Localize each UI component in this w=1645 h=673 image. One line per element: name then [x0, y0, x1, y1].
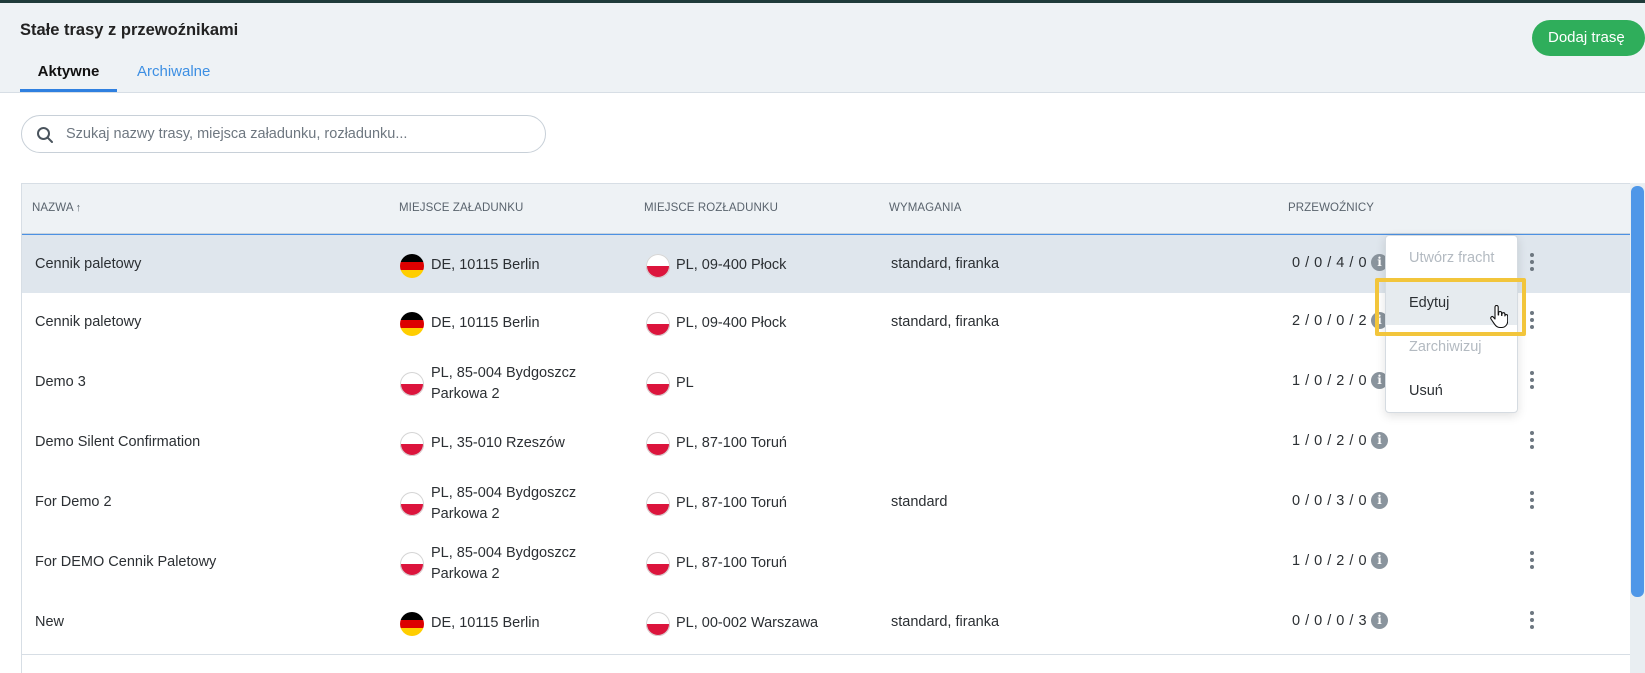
- poland-flag-icon: [400, 372, 424, 396]
- loading-place: DE, 10115 Berlin: [431, 613, 540, 634]
- column-header-carriers: PRZEWOŹNICY: [1288, 202, 1375, 214]
- requirements: standard, firanka: [891, 314, 1000, 330]
- loading-place-line1: PL, 85-004 Bydgoszcz: [431, 545, 577, 561]
- route-name: Demo Silent Confirmation: [35, 434, 201, 450]
- more-options-icon[interactable]: [1528, 489, 1536, 515]
- column-header-loading: MIEJSCE ZAŁADUNKU: [399, 202, 524, 214]
- poland-flag-icon: [400, 432, 424, 456]
- route-name: Cennik paletowy: [35, 314, 142, 330]
- column-header-unloading: MIEJSCE ROZŁADUNKU: [644, 202, 779, 214]
- poland-flag-icon: [646, 372, 670, 396]
- table-row[interactable]: For Demo 2 PL, 85-004 Bydgoszcz Parkowa 2P…: [22, 473, 1630, 535]
- poland-flag-icon: [646, 552, 670, 576]
- column-header-name[interactable]: NAZWA ↑: [32, 202, 81, 214]
- poland-flag-icon: [400, 492, 424, 516]
- loading-place: DE, 10115 Berlin: [431, 313, 540, 334]
- route-name: For Demo 2: [35, 494, 112, 510]
- loading-place: PL, 85-004 Bydgoszcz Parkowa 2: [431, 363, 576, 405]
- carriers-count: 0 / 0 / 3 / 0: [1292, 493, 1368, 509]
- search-icon: [37, 127, 53, 143]
- search-input[interactable]: [66, 116, 526, 152]
- loading-place-line2: Parkowa 2: [431, 386, 500, 402]
- germany-flag-icon: [400, 312, 424, 336]
- germany-flag-icon: [400, 612, 424, 636]
- carriers-count: 1 / 0 / 2 / 0: [1292, 553, 1368, 569]
- hand-cursor-icon: [1490, 305, 1508, 329]
- loading-place-line1: DE, 10115 Berlin: [431, 315, 540, 331]
- route-name: Cennik paletowy: [35, 256, 142, 272]
- more-options-icon[interactable]: [1528, 309, 1536, 335]
- info-icon[interactable]: i: [1371, 612, 1388, 629]
- unloading-place: PL, 09-400 Płock: [676, 315, 787, 331]
- route-name: New: [35, 614, 65, 630]
- poland-flag-icon: [400, 552, 424, 576]
- table-row[interactable]: For DEMO Cennik Paletowy PL, 85-004 Bydgo…: [22, 533, 1630, 595]
- more-options-icon[interactable]: [1528, 609, 1536, 635]
- carriers-count: 0 / 0 / 4 / 0: [1292, 255, 1368, 271]
- loading-place: PL, 35-010 Rzeszów: [431, 433, 565, 454]
- loading-place-line1: PL, 85-004 Bydgoszcz: [431, 485, 577, 501]
- unloading-place: PL, 00-002 Warszawa: [676, 615, 819, 631]
- info-icon[interactable]: i: [1371, 552, 1388, 569]
- carriers-count: 0 / 0 / 0 / 3: [1292, 613, 1368, 629]
- requirements: standard, firanka: [891, 614, 1000, 630]
- loading-place-line1: PL, 85-004 Bydgoszcz: [431, 365, 577, 381]
- unloading-place: PL, 09-400 Płock: [676, 257, 787, 273]
- menu-item-create-freight[interactable]: Utwórz fracht: [1386, 236, 1517, 280]
- germany-flag-icon: [400, 254, 424, 278]
- search-box[interactable]: [21, 115, 546, 153]
- more-options-icon[interactable]: [1528, 429, 1536, 455]
- table-row[interactable]: New DE, 10115 Berlin PL, 00-002 Warszawa st…: [22, 593, 1630, 655]
- add-route-button[interactable]: Dodaj trasę: [1532, 20, 1645, 56]
- carriers-count: 2 / 0 / 0 / 2: [1292, 313, 1368, 329]
- requirements: standard, firanka: [891, 256, 1000, 272]
- loading-place: PL, 85-004 Bydgoszcz Parkowa 2: [431, 543, 576, 585]
- loading-place-line2: Parkowa 2: [431, 506, 500, 522]
- loading-place-line1: PL, 35-010 Rzeszów: [431, 435, 565, 451]
- route-name: For DEMO Cennik Paletowy: [35, 554, 217, 570]
- scrollbar-thumb[interactable]: [1631, 186, 1644, 597]
- info-icon[interactable]: i: [1371, 492, 1388, 509]
- more-options-icon[interactable]: [1528, 251, 1536, 277]
- poland-flag-icon: [646, 254, 670, 278]
- tab-active[interactable]: Aktywne: [20, 63, 117, 92]
- more-options-icon[interactable]: [1528, 549, 1536, 575]
- loading-place: DE, 10115 Berlin: [431, 255, 540, 276]
- loading-place-line1: DE, 10115 Berlin: [431, 257, 540, 273]
- poland-flag-icon: [646, 492, 670, 516]
- route-name: Demo 3: [35, 374, 86, 390]
- unloading-place: PL: [676, 375, 694, 391]
- page-header: Stałe trasy z przewoźnikami Dodaj trasę …: [0, 3, 1645, 93]
- loading-place-line1: DE, 10115 Berlin: [431, 615, 540, 631]
- page-title: Stałe trasy z przewoźnikami: [20, 21, 239, 39]
- table-row[interactable]: Demo Silent Confirmation PL, 35-010 Rzesz…: [22, 413, 1630, 475]
- unloading-place: PL, 87-100 Toruń: [676, 495, 787, 511]
- column-header-requirements: WYMAGANIA: [889, 202, 962, 214]
- unloading-place: PL, 87-100 Toruń: [676, 555, 787, 571]
- poland-flag-icon: [646, 312, 670, 336]
- poland-flag-icon: [646, 432, 670, 456]
- carriers-count: 1 / 0 / 2 / 0: [1292, 433, 1368, 449]
- menu-item-delete[interactable]: Usuń: [1386, 369, 1517, 413]
- loading-place-line2: Parkowa 2: [431, 566, 500, 582]
- poland-flag-icon: [646, 612, 670, 636]
- unloading-place: PL, 87-100 Toruń: [676, 435, 787, 451]
- loading-place: PL, 85-004 Bydgoszcz Parkowa 2: [431, 483, 576, 525]
- more-options-icon[interactable]: [1528, 369, 1536, 395]
- info-icon[interactable]: i: [1371, 432, 1388, 449]
- tab-archived[interactable]: Archiwalne: [137, 63, 210, 89]
- sort-ascending-icon: ↑: [75, 202, 82, 214]
- requirements: standard: [891, 494, 948, 510]
- table-header: NAZWA ↑ MIEJSCE ZAŁADUNKU MIEJSCE ROZŁADU…: [22, 184, 1630, 234]
- carriers-count: 1 / 0 / 2 / 0: [1292, 373, 1368, 389]
